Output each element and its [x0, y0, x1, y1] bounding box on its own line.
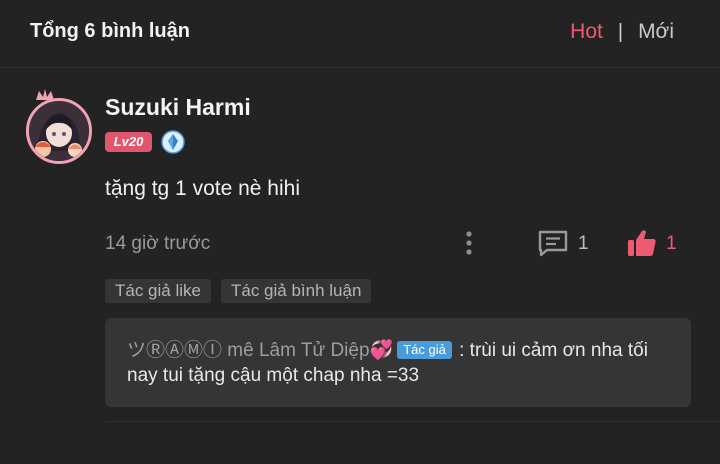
reply-comment-icon[interactable]	[537, 229, 569, 257]
level-badge: Lv20	[105, 132, 152, 152]
tag-author-liked: Tác giả like	[105, 279, 211, 303]
thumbs-up-icon[interactable]	[626, 228, 658, 258]
author-reply-box[interactable]: ツⓇⒶⓂⒾ mê Lâm Tử Diệp💞 Tác giả : trùi ui c…	[105, 318, 691, 407]
comment-count-label: Tổng 6 bình luận	[30, 20, 190, 42]
comment-divider	[105, 421, 720, 422]
reply-author-name[interactable]: ツⓇⒶⓂⒾ mê Lâm Tử Diệp	[127, 340, 370, 361]
tag-author-replied: Tác giả bình luận	[220, 279, 372, 303]
comments-header: Tổng 6 bình luận Hot | Mới	[0, 0, 720, 68]
more-options-icon[interactable]	[465, 230, 473, 256]
author-badge: Tác giả	[397, 341, 452, 359]
diamond-medal-icon	[161, 130, 185, 154]
reply-author-heart: 💞	[369, 340, 394, 361]
sort-new-tab[interactable]: Mới	[638, 20, 674, 44]
sort-tabs: Hot | Mới	[570, 20, 674, 44]
avatar-image	[26, 98, 92, 164]
sort-hot-tab[interactable]: Hot	[570, 20, 603, 44]
avatar[interactable]	[26, 88, 94, 164]
comment-username[interactable]: Suzuki Harmi	[105, 94, 251, 121]
like-count: 1	[666, 233, 677, 254]
comment-time: 14 giờ trước	[105, 233, 211, 254]
comment-text: tặng tg 1 vote nè hihi	[105, 177, 300, 200]
comment-tags: Tác giả like Tác giả bình luận	[105, 279, 372, 303]
reply-count: 1	[578, 233, 589, 254]
sort-separator: |	[617, 20, 624, 43]
